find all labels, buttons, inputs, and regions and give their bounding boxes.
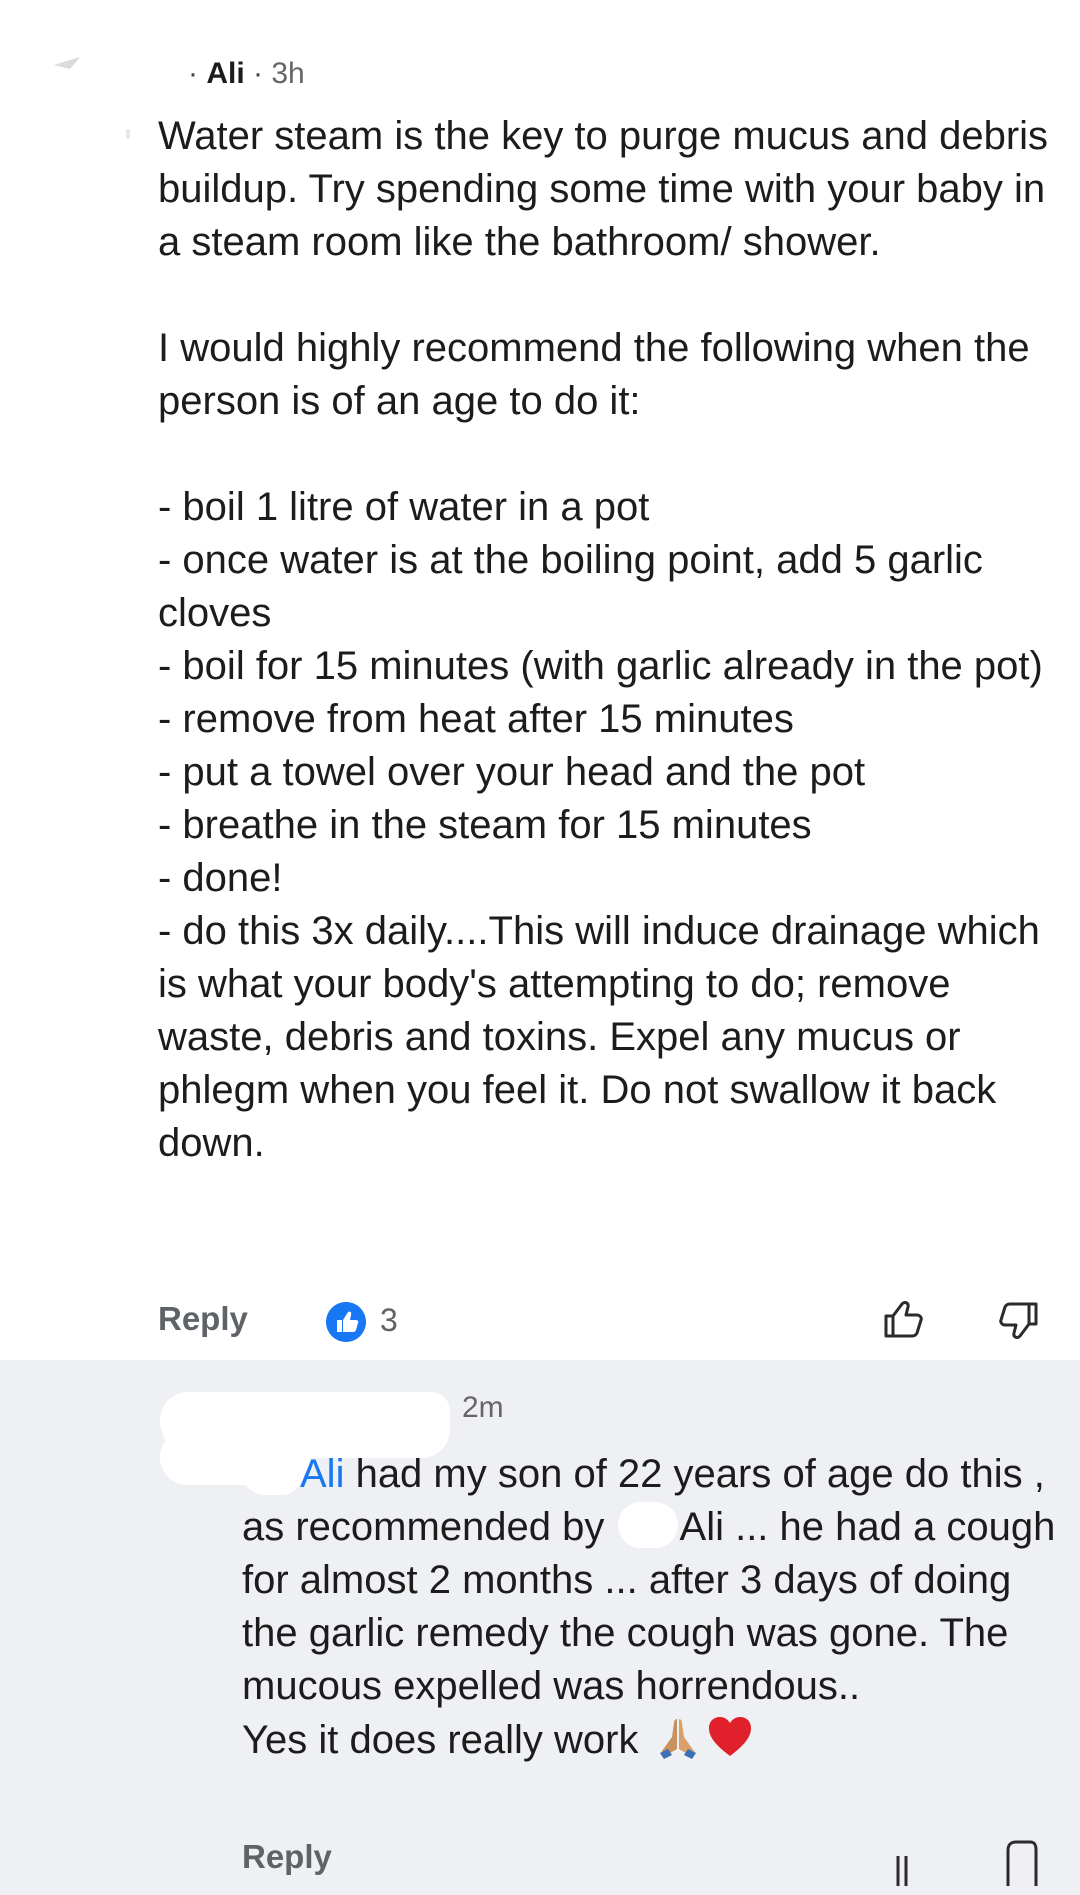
folded-hands-emoji bbox=[659, 1719, 696, 1759]
reply-text: Yes it does really work bbox=[242, 1718, 639, 1762]
meta-separator: · bbox=[253, 57, 264, 90]
comment-paragraph: Water steam is the key to purge mucus an… bbox=[158, 114, 1049, 264]
thread-line-fragment bbox=[126, 129, 130, 139]
avatar-fragment-icon bbox=[54, 57, 80, 69]
comment-step: - breathe in the steam for 15 minutes bbox=[158, 803, 812, 847]
redacted-name bbox=[617, 1502, 678, 1548]
comment-time: 3h bbox=[271, 57, 305, 90]
thumbs-up-icon[interactable] bbox=[886, 1836, 926, 1886]
thumbs-up-icon[interactable] bbox=[880, 1296, 926, 1342]
comment-step: - once water is at the boiling point, ad… bbox=[158, 538, 983, 635]
comment-step: - remove from heat after 15 minutes bbox=[158, 697, 794, 741]
reply-actions: Reply bbox=[242, 1836, 1062, 1886]
like-count: 3 bbox=[380, 1302, 398, 1338]
redacted-mention-prefix bbox=[242, 1449, 304, 1495]
reply-time: 2m bbox=[462, 1391, 504, 1424]
comment-actions: Reply 3 bbox=[158, 1296, 1058, 1346]
reply-body: Ali had my son of 22 years of age do thi… bbox=[242, 1448, 1062, 1767]
meta-separator: · bbox=[188, 57, 198, 90]
reply-paragraph: Yes it does really work bbox=[242, 1713, 1062, 1767]
thumbs-down-icon[interactable] bbox=[1002, 1836, 1042, 1886]
thumbs-down-icon[interactable] bbox=[996, 1298, 1042, 1344]
red-heart-emoji bbox=[708, 1717, 751, 1756]
comment-paragraph: I would highly recommend the following w… bbox=[158, 326, 1030, 423]
comment-author[interactable]: Ali bbox=[206, 57, 244, 90]
comment-body: Water steam is the key to purge mucus an… bbox=[158, 110, 1058, 1170]
like-badge-icon bbox=[326, 1302, 366, 1342]
reply-name: Ali bbox=[679, 1505, 724, 1549]
comment-step: - boil 1 litre of water in a pot bbox=[158, 485, 650, 529]
reply-button[interactable]: Reply bbox=[158, 1300, 248, 1338]
comment-step: - put a towel over your head and the pot bbox=[158, 750, 866, 794]
comment-step: - do this 3x daily....This will induce d… bbox=[158, 909, 1040, 1165]
mention-link[interactable]: Ali bbox=[300, 1452, 344, 1496]
comment-step: - boil for 15 minutes (with garlic alrea… bbox=[158, 644, 1043, 688]
comment-step: - done! bbox=[158, 856, 283, 900]
comment-meta: · Ali · 3h bbox=[188, 56, 305, 92]
reply-paragraph: Ali had my son of 22 years of age do thi… bbox=[242, 1448, 1062, 1713]
reply-button[interactable]: Reply bbox=[242, 1838, 332, 1876]
